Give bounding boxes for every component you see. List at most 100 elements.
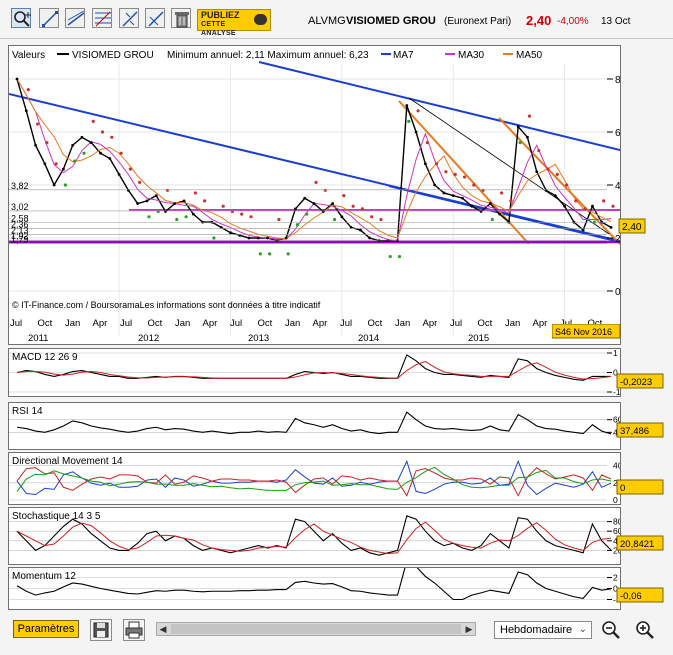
sar-point-down: [138, 180, 142, 184]
indicator-title: Momentum 12: [12, 571, 76, 582]
publish-analysis-banner[interactable]: PUBLIEZ CETTE ANALYSE: [197, 9, 271, 37]
sar-point-down: [203, 199, 207, 203]
sar-point-down: [500, 191, 504, 195]
period-select[interactable]: Hebdomadaire ⌄: [494, 621, 592, 639]
price-point: [563, 204, 566, 208]
sar-point-down: [165, 188, 170, 192]
scrollbar-thumb[interactable]: [171, 624, 461, 634]
indicator-title: MACD 12 26 9: [12, 352, 78, 363]
month-label: Oct: [368, 318, 383, 329]
price-point: [498, 212, 502, 216]
parameters-button[interactable]: Paramètres: [13, 620, 79, 638]
fibonacci-button[interactable]: [92, 8, 112, 28]
sar-point-down: [110, 135, 114, 139]
month-label: Jan: [285, 318, 300, 329]
print-button[interactable]: [123, 619, 145, 641]
price-point: [89, 141, 93, 144]
zoom-in-tool-button[interactable]: [11, 8, 31, 28]
sar-point-up: [490, 217, 494, 222]
zoom-out-button[interactable]: [600, 619, 622, 641]
price-point: [359, 228, 362, 232]
month-label: Jan: [395, 318, 410, 329]
scroll-left-icon[interactable]: ◀: [157, 623, 169, 635]
price-point: [294, 207, 297, 211]
zoom-in-icon: [636, 621, 654, 639]
level-label: 3,82: [11, 181, 29, 191]
legend-valeurs: Valeurs: [12, 50, 45, 61]
delete-button[interactable]: [171, 8, 191, 28]
crosshair-button[interactable]: [119, 8, 139, 28]
price-point: [451, 194, 455, 198]
legend-ma30: MA30: [458, 50, 485, 61]
legend-ma7: MA7: [393, 50, 414, 61]
sar-point-down: [444, 170, 448, 174]
price-point: [24, 109, 28, 113]
sar-point-up: [184, 215, 188, 219]
price-point: [210, 220, 214, 224]
macd-chart: 10-1MACD 12 26 9: [9, 348, 621, 397]
sar-point-down: [314, 180, 318, 184]
sar-point-down: [611, 204, 615, 208]
price-point: [34, 143, 37, 147]
crosshair-icon: [122, 11, 138, 27]
scroll-right-icon[interactable]: ▶: [463, 623, 475, 635]
momentum-panel: 20-2Momentum 12: [8, 560, 621, 610]
save-button[interactable]: [90, 619, 112, 641]
month-label: Oct: [148, 318, 163, 329]
sar-point-down: [481, 188, 485, 192]
zoom-in-button[interactable]: [634, 619, 656, 641]
price-point: [303, 196, 307, 200]
price-point: [126, 188, 130, 192]
draw-line-button[interactable]: [39, 8, 59, 28]
sar-point-up: [63, 183, 68, 187]
trendline-button[interactable]: [65, 8, 85, 28]
macd-panel: 1 0 -1 MACD 12 26 9: [8, 348, 621, 397]
sar-point-up: [388, 254, 392, 259]
price-point: [553, 194, 557, 198]
price-point: [108, 157, 112, 160]
price-point: [201, 220, 205, 224]
price-point: [80, 135, 84, 139]
ray-button[interactable]: [145, 8, 165, 28]
sar-point-up: [212, 236, 216, 240]
price-point: [164, 210, 167, 213]
y-tick-label: 6: [615, 128, 620, 139]
indicator-signal-line: [16, 521, 612, 555]
indicator-title: RSI 14: [12, 406, 43, 417]
sar-point-down: [240, 212, 244, 216]
sar-point-down: [546, 167, 550, 171]
month-label: Oct: [478, 318, 493, 329]
zoom-in-icon: [14, 11, 31, 27]
month-label: Jan: [175, 318, 190, 329]
indicator-value-text: 0: [620, 483, 625, 494]
quote-date: 13 Oct: [601, 16, 631, 27]
price-point: [247, 236, 251, 240]
sar-point-down: [527, 114, 532, 118]
level-label: 1,79: [11, 235, 29, 245]
year-label: 2011: [28, 333, 48, 344]
indicator-signal-line: [16, 360, 612, 380]
horizontal-scrollbar[interactable]: ◀ ▶: [156, 622, 476, 636]
price-point: [544, 188, 548, 192]
ma50-line: [16, 78, 612, 240]
price-point: [43, 162, 47, 166]
price-panel: Valeurs VISIOMED GROU Minimum annuel: 2,…: [8, 45, 621, 345]
legend-minmax: Minimum annuel: 2,11 Maximum annuel: 6,2…: [167, 50, 369, 61]
week-badge-text: S46 Nov 2016: [555, 327, 612, 337]
price-point: [396, 239, 399, 243]
indicator-line: [16, 411, 612, 435]
price-point: [591, 204, 594, 208]
sar-point-up: [147, 215, 151, 219]
sar-point-down: [379, 217, 383, 222]
price-point: [470, 204, 474, 208]
sar-point-up: [332, 217, 337, 222]
sar-point-down: [416, 109, 420, 113]
sar-point-up: [258, 252, 262, 256]
week-badge: S46 Nov 2016: [552, 324, 621, 339]
ad-line-3: ANALYSE: [201, 30, 236, 37]
year-label: 2012: [138, 333, 159, 344]
sar-point-down: [128, 167, 132, 171]
sar-point-up: [156, 209, 160, 214]
sar-point-down: [119, 151, 123, 155]
price-point: [99, 151, 102, 155]
